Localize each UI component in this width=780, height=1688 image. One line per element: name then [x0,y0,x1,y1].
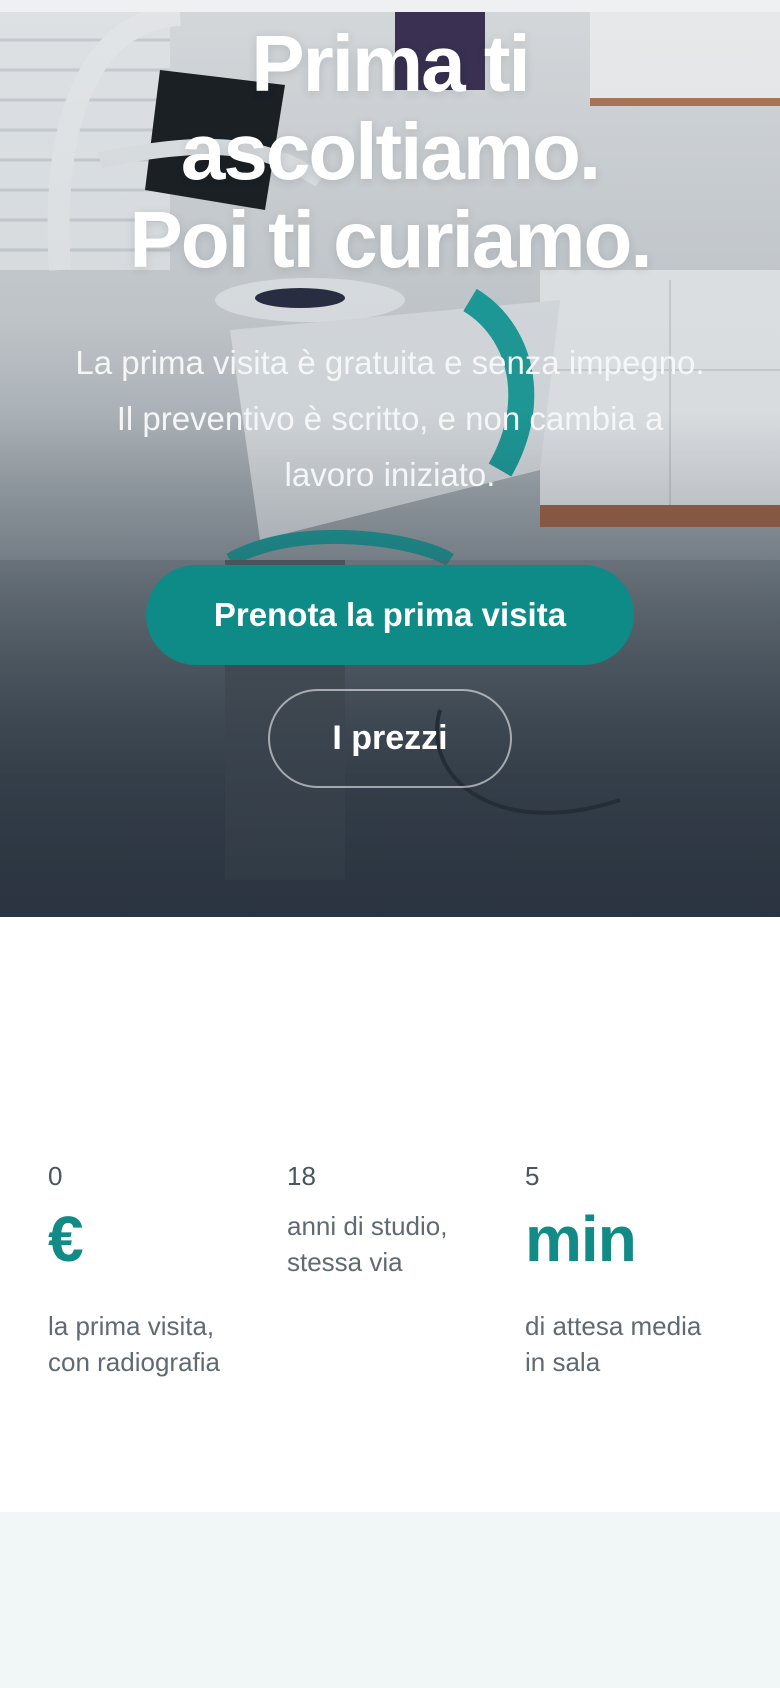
stat-label-line-1: anni di studio, [287,1211,448,1241]
stat-label: di attesa media in sala [525,1308,755,1380]
stat-label: la prima visita, con radiografia [48,1308,278,1380]
stat-average-wait: 5 min di attesa media in sala [525,1160,755,1380]
stat-unit: min [525,1203,637,1275]
stat-label: anni di studio, stessa via [287,1208,517,1280]
stat-number: 5 [525,1161,540,1191]
stat-label-line-2: stessa via [287,1247,403,1277]
next-section-background [0,1512,780,1688]
hero-title-line-2: ascoltiamo. [180,107,601,196]
hero-subtitle: La prima visita è gratuita e senza impeg… [75,344,705,493]
stat-number: 18 [287,1161,316,1191]
hero-title: Prima ti ascoltiamo. Poi ti curiamo. [0,20,780,284]
book-first-visit-button[interactable]: Prenota la prima visita [146,565,634,665]
hero-title-line-1: Prima ti [251,19,530,108]
stat-label-line-2: con radiografia [48,1347,220,1377]
stat-label-line-2: in sala [525,1347,601,1377]
browser-top-strip [0,0,780,12]
stat-years-same-street: 18 anni di studio, stessa via [287,1160,517,1280]
hero-title-line-3: Poi ti curiamo. [129,195,652,284]
prices-button[interactable]: I prezzi [268,689,512,788]
stat-label-line-1: di attesa media [525,1311,702,1341]
hero-section: Prima ti ascoltiamo. Poi ti curiamo. La … [0,0,780,917]
stat-number: 0 [48,1161,63,1191]
stat-unit: € [48,1203,84,1275]
stat-label-line-1: la prima visita, [48,1311,215,1341]
stat-first-visit-cost: 0 € la prima visita, con radiografia [48,1160,278,1380]
